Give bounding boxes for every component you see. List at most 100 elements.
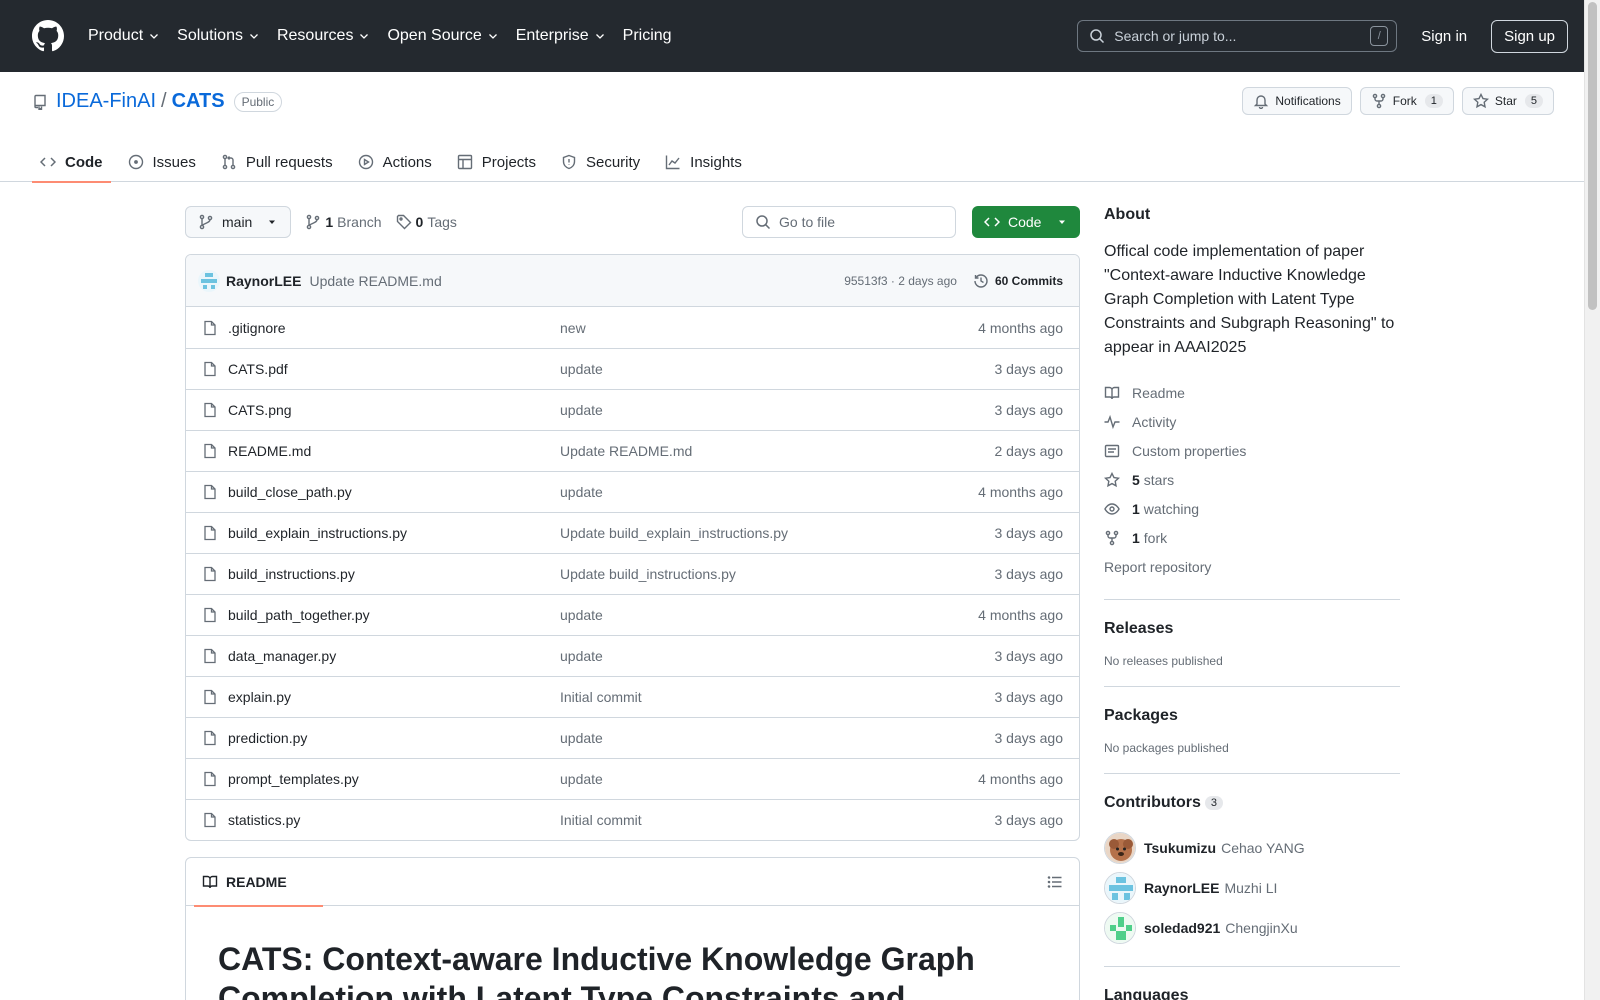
repo-name-link[interactable]: CATS xyxy=(172,90,225,113)
file-commit-message[interactable]: Initial commit xyxy=(560,689,995,705)
table-row[interactable]: statistics.py Initial commit 3 days ago xyxy=(186,799,1079,840)
repo-owner-link[interactable]: IDEA-FinAI xyxy=(56,90,156,113)
releases-heading[interactable]: Releases xyxy=(1104,620,1400,638)
tags-link[interactable]: 0 Tags xyxy=(396,214,457,230)
file-name-link[interactable]: prompt_templates.py xyxy=(228,771,560,787)
dog-avatar-icon xyxy=(1105,833,1135,863)
file-name-link[interactable]: README.md xyxy=(228,443,560,459)
table-row[interactable]: build_path_together.py update 4 months ago xyxy=(186,594,1079,635)
contributor-item[interactable]: soledad921 ChengjinXu xyxy=(1104,908,1400,948)
tab-projects[interactable]: Projects xyxy=(449,142,544,182)
readme-link[interactable]: Readme xyxy=(1104,378,1400,407)
file-name-link[interactable]: .gitignore xyxy=(228,320,560,336)
fork-button[interactable]: Fork 1 xyxy=(1359,87,1454,115)
nav-solutions[interactable]: Solutions xyxy=(177,27,260,45)
tab-insights[interactable]: Insights xyxy=(657,142,750,182)
branch-selector[interactable]: main xyxy=(185,206,292,238)
file-commit-message[interactable]: Update README.md xyxy=(560,443,995,459)
code-dropdown-button[interactable]: Code xyxy=(972,206,1080,238)
file-name-link[interactable]: build_explain_instructions.py xyxy=(228,525,560,541)
file-name-link[interactable]: CATS.pdf xyxy=(228,361,560,377)
file-name-link[interactable]: build_path_together.py xyxy=(228,607,560,623)
chevron-down-icon xyxy=(250,34,258,39)
forks-link[interactable]: 1 fork xyxy=(1104,523,1400,552)
go-to-file-input[interactable]: Go to file xyxy=(742,206,956,238)
file-commit-message[interactable]: Update build_explain_instructions.py xyxy=(560,525,995,541)
file-name-link[interactable]: prediction.py xyxy=(228,730,560,746)
file-commit-message[interactable]: update xyxy=(560,484,978,500)
table-row[interactable]: build_close_path.py update 4 months ago xyxy=(186,471,1079,512)
readme-link-label: Readme xyxy=(1132,384,1185,401)
star-button[interactable]: Star 5 xyxy=(1461,87,1554,115)
file-commit-message[interactable]: Update build_instructions.py xyxy=(560,566,995,582)
scrollbar-thumb[interactable] xyxy=(1588,2,1597,310)
file-commit-message[interactable]: update xyxy=(560,771,978,787)
github-logo-icon[interactable] xyxy=(32,20,64,52)
report-repository-link[interactable]: Report repository xyxy=(1104,552,1400,581)
tab-security[interactable]: Security xyxy=(553,142,648,182)
commit-author[interactable]: RaynorLEE xyxy=(226,273,301,289)
global-search-input[interactable]: Search or jump to... / xyxy=(1077,20,1398,52)
file-icon xyxy=(204,730,216,746)
file-commit-message[interactable]: update xyxy=(560,607,978,623)
list-icon[interactable] xyxy=(1047,874,1063,890)
activity-link[interactable]: Activity xyxy=(1104,407,1400,436)
avatar[interactable] xyxy=(1104,832,1136,864)
sign-in-link[interactable]: Sign in xyxy=(1421,28,1467,45)
nav-open-source[interactable]: Open Source xyxy=(387,27,498,45)
nav-product[interactable]: Product xyxy=(88,27,160,45)
tab-insights-label: Insights xyxy=(690,153,742,171)
table-row[interactable]: README.md Update README.md 2 days ago xyxy=(186,430,1079,471)
file-commit-message[interactable]: update xyxy=(560,402,995,418)
file-name-link[interactable]: build_instructions.py xyxy=(228,566,560,582)
contributor-item[interactable]: Tsukumizu Cehao YANG xyxy=(1104,828,1400,868)
table-row[interactable]: CATS.pdf update 3 days ago xyxy=(186,348,1079,389)
avatar[interactable] xyxy=(198,269,220,292)
branches-link[interactable]: 1 Branch xyxy=(305,214,382,230)
file-commit-message[interactable]: update xyxy=(560,361,995,377)
commits-link[interactable]: 60 Commits xyxy=(973,273,1063,289)
languages-heading[interactable]: Languages xyxy=(1104,987,1400,1000)
commit-hash-age[interactable]: 95513f3 · 2 days ago xyxy=(844,274,957,288)
tab-code[interactable]: Code xyxy=(32,142,111,183)
table-row[interactable]: explain.py Initial commit 3 days ago xyxy=(186,676,1079,717)
file-commit-message[interactable]: new xyxy=(560,320,978,336)
avatar[interactable] xyxy=(1104,872,1136,904)
file-name-link[interactable]: data_manager.py xyxy=(228,648,560,664)
table-row[interactable]: CATS.png update 3 days ago xyxy=(186,389,1079,430)
tab-pull-requests[interactable]: Pull requests xyxy=(213,142,341,182)
table-row[interactable]: prediction.py update 3 days ago xyxy=(186,717,1079,758)
nav-pricing[interactable]: Pricing xyxy=(623,27,672,45)
watching-link[interactable]: 1 watching xyxy=(1104,494,1400,523)
file-name-link[interactable]: statistics.py xyxy=(228,812,560,828)
contributor-item[interactable]: RaynorLEE Muzhi LI xyxy=(1104,868,1400,908)
branch-count: 1 xyxy=(325,214,334,230)
stars-link[interactable]: 5 stars xyxy=(1104,465,1400,494)
table-row[interactable]: .gitignore new 4 months ago xyxy=(186,307,1079,348)
table-row[interactable]: build_explain_instructions.py Update buil… xyxy=(186,512,1079,553)
table-row[interactable]: build_instructions.py Update build_instru… xyxy=(186,553,1079,594)
avatar[interactable] xyxy=(1104,912,1136,944)
sign-up-button[interactable]: Sign up xyxy=(1491,19,1568,53)
commit-message[interactable]: Update README.md xyxy=(309,273,441,289)
fork-count: 1 xyxy=(1424,94,1443,108)
table-row[interactable]: prompt_templates.py update 4 months ago xyxy=(186,758,1079,799)
custom-properties-link[interactable]: Custom properties xyxy=(1104,436,1400,465)
tab-issues[interactable]: Issues xyxy=(120,142,204,182)
packages-heading[interactable]: Packages xyxy=(1104,707,1400,725)
notifications-button[interactable]: Notifications xyxy=(1242,87,1352,115)
file-commit-message[interactable]: update xyxy=(560,730,995,746)
tab-actions[interactable]: Actions xyxy=(350,142,440,182)
table-icon xyxy=(457,154,472,170)
file-name-link[interactable]: CATS.png xyxy=(228,402,560,418)
nav-resources[interactable]: Resources xyxy=(277,27,370,45)
table-row[interactable]: data_manager.py update 3 days ago xyxy=(186,635,1079,676)
page-scrollbar[interactable] xyxy=(1584,0,1600,1000)
file-commit-message[interactable]: update xyxy=(560,648,995,664)
file-name-link[interactable]: build_close_path.py xyxy=(228,484,560,500)
file-name-link[interactable]: explain.py xyxy=(228,689,560,705)
readme-tab[interactable]: README xyxy=(194,858,323,907)
file-commit-message[interactable]: Initial commit xyxy=(560,812,995,828)
contributors-heading[interactable]: Contributors 3 xyxy=(1104,794,1400,812)
nav-enterprise[interactable]: Enterprise xyxy=(516,27,606,45)
